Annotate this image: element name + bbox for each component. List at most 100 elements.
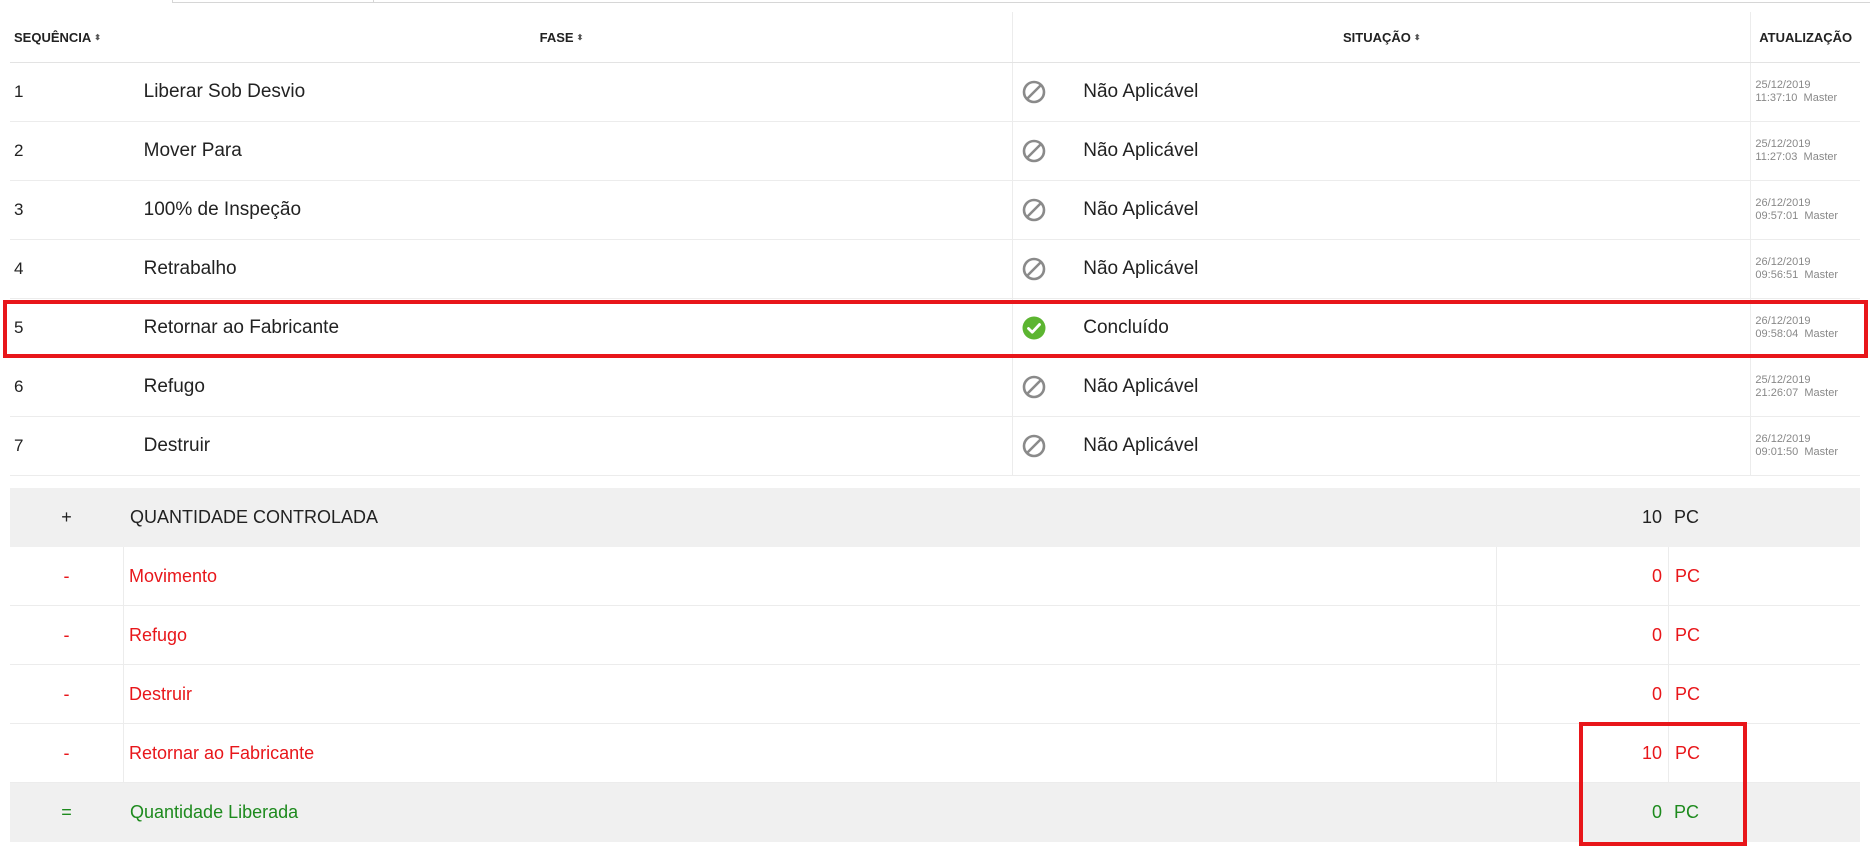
update-date: 25/12/2019 xyxy=(1755,374,1811,386)
top-divider xyxy=(372,2,1870,3)
blocked-icon xyxy=(1021,79,1047,105)
blocked-icon xyxy=(1021,138,1047,164)
table-row[interactable]: 1 Liberar Sob Desvio Não Aplicável 25/12/20… xyxy=(10,63,1860,122)
table-row[interactable]: 5 Retornar ao Fabricante Concluído 26/12/20… xyxy=(10,299,1860,358)
status-text: Não Aplicável xyxy=(1083,435,1199,456)
update-user: Master xyxy=(1804,387,1838,399)
quantity-unit: PC xyxy=(1668,724,1860,782)
update-time-user: 09:56:51 Master xyxy=(1755,269,1838,282)
col-header-label: SEQUÊNCIA xyxy=(14,29,92,45)
quantity-value: 0 xyxy=(1496,665,1668,723)
quantity-value: 10 xyxy=(1496,724,1668,782)
cell-sequencia: 4 xyxy=(14,259,24,278)
cell-situacao: Concluído xyxy=(1012,299,1750,357)
status-text: Não Aplicável xyxy=(1083,376,1199,397)
quantity-operator: - xyxy=(63,565,70,586)
quantity-operator: + xyxy=(61,507,72,527)
sort-icon[interactable]: ⬍ xyxy=(94,33,101,42)
cell-situacao: Não Aplicável xyxy=(1012,240,1750,298)
update-time-user: 11:37:10 Master xyxy=(1755,92,1837,105)
cell-situacao: Não Aplicável xyxy=(1012,417,1750,475)
blocked-icon xyxy=(1021,433,1047,459)
quantity-label: Retornar ao Fabricante xyxy=(123,724,1496,782)
quantity-operator: - xyxy=(63,742,70,763)
cell-sequencia: 3 xyxy=(14,200,24,219)
cell-atualizacao: 26/12/2019 09:56:51 Master xyxy=(1750,240,1860,298)
blocked-icon xyxy=(1021,197,1047,223)
cell-fase: Retrabalho xyxy=(143,258,237,279)
col-header-label: SITUAÇÃO xyxy=(1343,29,1411,45)
cell-sequencia: 7 xyxy=(14,436,24,455)
table-row[interactable]: 7 Destruir Não Aplicável 26/12/2019 09:01:50… xyxy=(10,417,1860,476)
cell-situacao: Não Aplicável xyxy=(1012,63,1750,121)
sort-icon[interactable]: ⬍ xyxy=(1414,33,1421,42)
table-row[interactable]: 6 Refugo Não Aplicável 25/12/2019 21:26:07 M… xyxy=(10,358,1860,417)
sort-icon[interactable]: ⬍ xyxy=(577,33,584,42)
quantity-unit: PC xyxy=(1674,802,1700,822)
table-row[interactable]: 2 Mover Para Não Aplicável 25/12/2019 11:27:… xyxy=(10,122,1860,181)
cell-fase: Refugo xyxy=(143,376,205,397)
quantity-label: QUANTIDADE CONTROLADA xyxy=(130,507,379,527)
quantity-unit: PC xyxy=(1674,507,1700,527)
table-row[interactable]: 3 100% de Inspeção Não Aplicável 26/12/2019… xyxy=(10,181,1860,240)
status-text: Não Aplicável xyxy=(1083,199,1199,220)
update-time: 09:57:01 xyxy=(1755,210,1799,222)
cell-situacao: Não Aplicável xyxy=(1012,122,1750,180)
quantity-value: 0 xyxy=(1496,547,1668,605)
blocked-icon xyxy=(1021,256,1047,282)
cell-atualizacao: 26/12/2019 09:01:50 Master xyxy=(1750,417,1860,475)
status-text: Não Aplicável xyxy=(1083,81,1199,102)
cell-sequencia: 6 xyxy=(14,377,24,396)
quantity-unit: PC xyxy=(1668,665,1860,723)
cell-atualizacao: 26/12/2019 09:58:04 Master xyxy=(1750,299,1860,357)
quantity-unit: PC xyxy=(1668,606,1860,664)
quantity-row: = Quantidade Liberada 0 PC xyxy=(10,783,1860,842)
cell-fase: 100% de Inspeção xyxy=(143,199,302,220)
update-date: 26/12/2019 xyxy=(1755,315,1811,327)
quantity-summary: + QUANTIDADE CONTROLADA 10 PC - Movimento 0 PC -… xyxy=(10,488,1860,842)
table-header: SEQUÊNCIA ⬍ FASE ⬍ SITUAÇÃO ⬍ ATUALIZAÇÃ… xyxy=(10,12,1860,63)
col-header-situacao[interactable]: SITUAÇÃO ⬍ xyxy=(1012,12,1750,62)
col-header-sequencia[interactable]: SEQUÊNCIA ⬍ xyxy=(10,12,111,62)
update-time: 09:56:51 xyxy=(1755,269,1799,281)
quantity-value: 0 xyxy=(1651,802,1662,822)
update-time-user: 11:27:03 Master xyxy=(1755,151,1837,164)
table-row[interactable]: 4 Retrabalho Não Aplicável 26/12/2019 09:56:… xyxy=(10,240,1860,299)
cell-sequencia: 5 xyxy=(14,318,24,337)
col-header-atualizacao: ATUALIZAÇÃO xyxy=(1750,12,1860,62)
quantity-label: Refugo xyxy=(123,606,1496,664)
cell-sequencia: 1 xyxy=(14,82,24,101)
cell-situacao: Não Aplicável xyxy=(1012,358,1750,416)
cell-atualizacao: 26/12/2019 09:57:01 Master xyxy=(1750,181,1860,239)
update-time-user: 09:01:50 Master xyxy=(1755,446,1838,459)
cell-atualizacao: 25/12/2019 11:27:03 Master xyxy=(1750,122,1860,180)
cell-fase: Retornar ao Fabricante xyxy=(143,317,340,338)
quantity-row: - Movimento 0 PC xyxy=(10,547,1860,606)
update-time-user: 09:57:01 Master xyxy=(1755,210,1838,223)
update-time-user: 09:58:04 Master xyxy=(1755,328,1838,341)
status-text: Concluído xyxy=(1083,317,1169,338)
col-header-label: ATUALIZAÇÃO xyxy=(1759,29,1853,45)
update-time-user: 21:26:07 Master xyxy=(1755,387,1838,400)
update-time: 11:27:03 xyxy=(1755,151,1798,163)
blocked-icon xyxy=(1021,374,1047,400)
cell-fase: Mover Para xyxy=(143,140,242,161)
cell-situacao: Não Aplicável xyxy=(1012,181,1750,239)
col-header-fase[interactable]: FASE ⬍ xyxy=(111,12,1013,62)
cell-sequencia: 2 xyxy=(14,141,24,160)
table-body: 1 Liberar Sob Desvio Não Aplicável 25/12/20… xyxy=(10,63,1860,476)
quantity-unit: PC xyxy=(1668,547,1860,605)
update-user: Master xyxy=(1804,269,1838,281)
update-time: 09:58:04 xyxy=(1755,328,1799,340)
update-time: 21:26:07 xyxy=(1755,387,1799,399)
quantity-row: + QUANTIDADE CONTROLADA 10 PC xyxy=(10,488,1860,547)
quantity-value: 0 xyxy=(1496,606,1668,664)
col-header-label: FASE xyxy=(539,29,574,45)
quantity-row: - Retornar ao Fabricante 10 PC xyxy=(10,724,1860,783)
top-tab[interactable] xyxy=(172,0,374,3)
phases-table: SEQUÊNCIA ⬍ FASE ⬍ SITUAÇÃO ⬍ ATUALIZAÇÃ… xyxy=(10,12,1860,476)
update-user: Master xyxy=(1803,92,1838,104)
update-date: 25/12/2019 xyxy=(1755,138,1811,150)
update-date: 25/12/2019 xyxy=(1755,79,1811,91)
update-user: Master xyxy=(1804,210,1838,222)
